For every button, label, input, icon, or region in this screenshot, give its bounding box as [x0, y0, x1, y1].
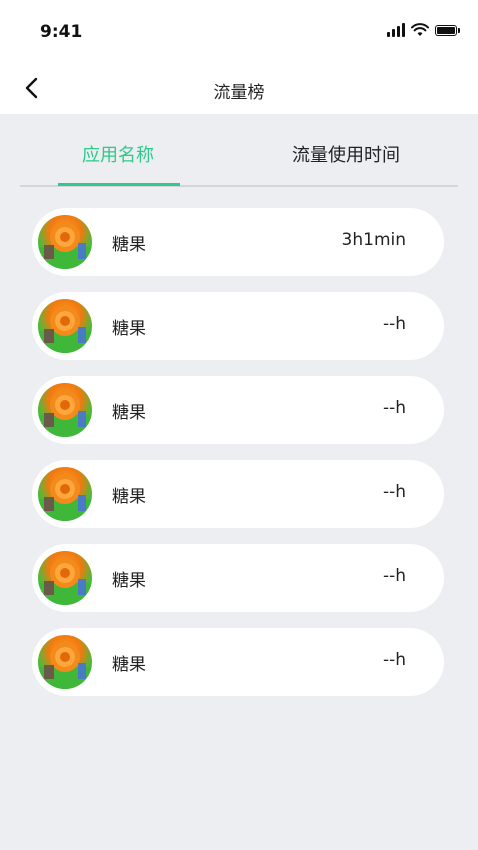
cellular-signal-icon	[387, 23, 405, 37]
list-item[interactable]: 糖果 --h	[32, 292, 444, 360]
list-item[interactable]: 糖果 --h	[32, 460, 444, 528]
status-bar: 9:41	[0, 0, 478, 60]
page-title: 流量榜	[213, 83, 265, 103]
app-icon	[38, 299, 92, 353]
app-name: 糖果	[112, 403, 146, 423]
usage-time: --h	[382, 650, 406, 670]
app-icon	[38, 551, 92, 605]
app-icon	[38, 383, 92, 437]
app-name: 糖果	[112, 655, 146, 675]
app-icon	[38, 635, 92, 689]
wifi-icon	[411, 23, 429, 37]
list-item[interactable]: 糖果 --h	[32, 628, 444, 696]
status-icons	[387, 22, 460, 38]
app-icon	[38, 467, 92, 521]
tab-traffic-usage-time[interactable]: 流量使用时间	[266, 130, 426, 186]
top-bar: 9:41 流量榜	[0, 0, 478, 114]
battery-icon	[435, 24, 460, 36]
list-item[interactable]: 糖果 --h	[32, 376, 444, 444]
tab-bar: 应用名称 流量使用时间	[20, 130, 458, 188]
nav-bar: 流量榜	[0, 62, 478, 114]
app-name: 糖果	[112, 235, 146, 255]
active-tab-indicator	[58, 183, 180, 186]
tab-app-name[interactable]: 应用名称	[58, 130, 178, 186]
app-name: 糖果	[112, 487, 146, 507]
status-time: 9:41	[40, 22, 83, 42]
usage-time: --h	[382, 482, 406, 502]
list-item[interactable]: 糖果 3h1min	[32, 208, 444, 276]
app-icon	[38, 215, 92, 269]
usage-time: --h	[382, 314, 406, 334]
usage-time: 3h1min	[341, 230, 406, 250]
app-name: 糖果	[112, 319, 146, 339]
app-name: 糖果	[112, 571, 146, 591]
usage-time: --h	[382, 566, 406, 586]
list-item[interactable]: 糖果 --h	[32, 544, 444, 612]
usage-time: --h	[382, 398, 406, 418]
